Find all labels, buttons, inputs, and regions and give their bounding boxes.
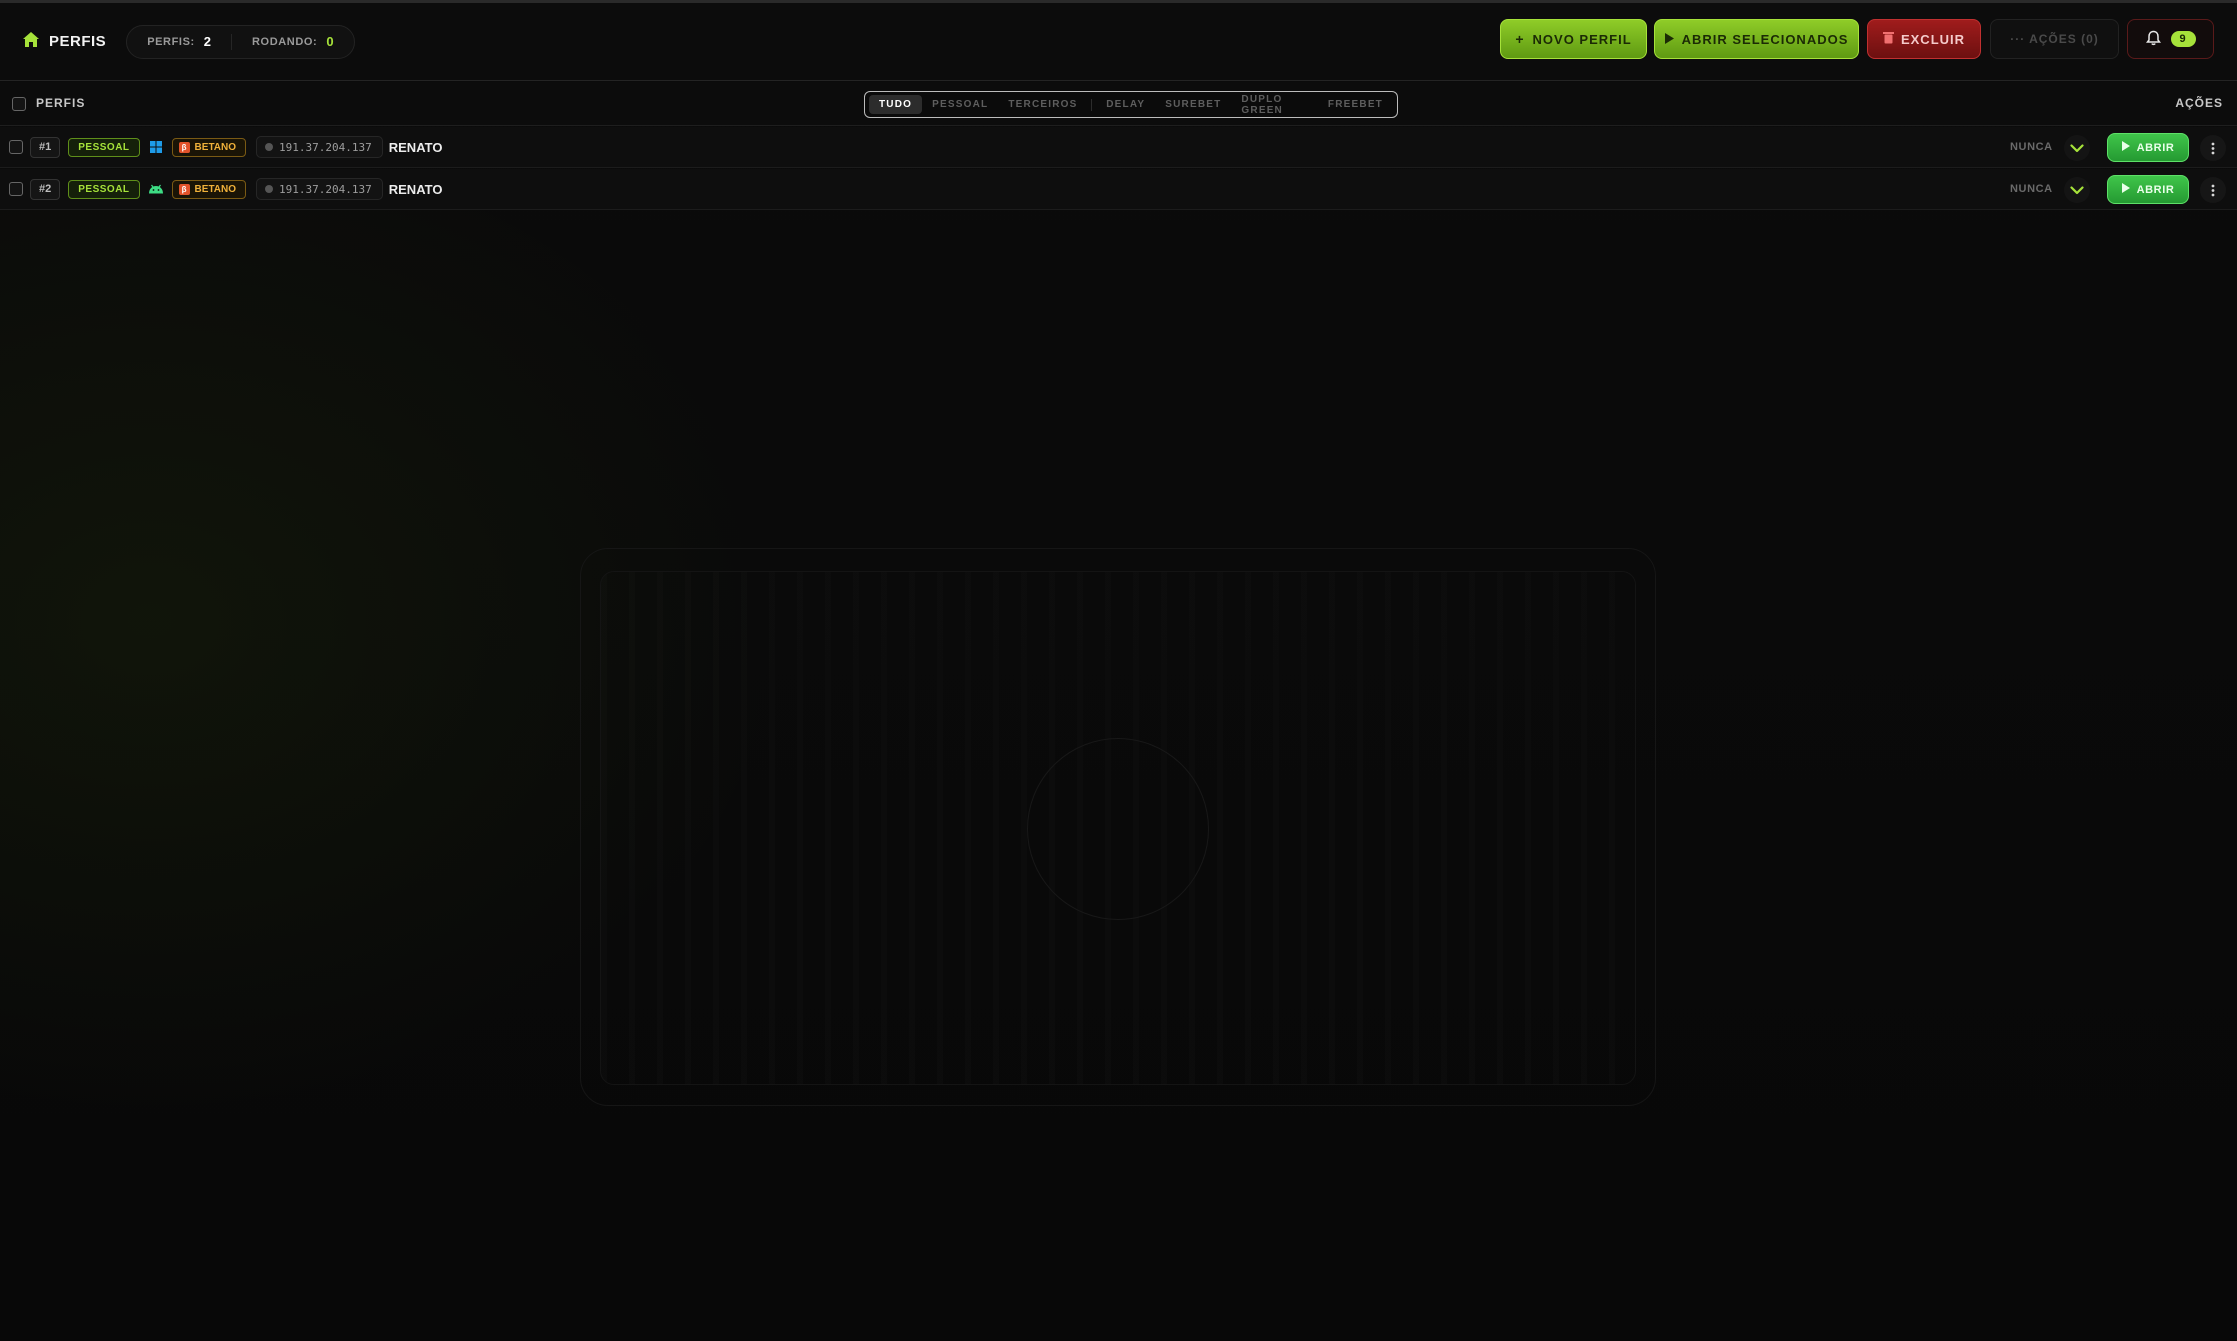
actions-button[interactable]: ··· AÇÕES (0) [1990, 19, 2119, 59]
more-options-icon[interactable] [2200, 135, 2226, 161]
notifications-button[interactable]: 9 [2127, 19, 2214, 59]
betano-logo-icon: β [178, 183, 190, 195]
bookmaker-badge: β BETANO [171, 137, 247, 157]
open-selected-button[interactable]: ABRIR SELECIONADOS [1654, 19, 1859, 59]
profiles-column-label: PERFIS [36, 96, 86, 110]
open-profile-button[interactable]: ABRIR [2107, 133, 2189, 162]
running-count-label: RODANDO: [252, 35, 318, 48]
tab-tudo[interactable]: TUDO [869, 95, 923, 114]
plus-icon: + [1515, 31, 1525, 47]
tab-freebet[interactable]: FREEBET [1318, 95, 1393, 114]
profile-name: RENATO [388, 181, 443, 197]
tab-surebet[interactable]: SUREBET [1155, 95, 1231, 114]
profile-tag: PESSOAL [68, 137, 140, 157]
ip-text: 191.37.204.137 [279, 182, 372, 196]
table-header: PERFIS TUDO PESSOAL TERCEIROS DELAY SURE… [0, 82, 2237, 126]
tab-pessoal[interactable]: PESSOAL [922, 95, 998, 114]
row-checkbox[interactable] [9, 182, 23, 196]
page-title: PERFIS [49, 33, 107, 50]
play-icon [1664, 32, 1674, 47]
filter-tabs: TUDO PESSOAL TERCEIROS DELAY SUREBET DUP… [864, 91, 1398, 118]
delete-label: EXCLUIR [1900, 31, 1966, 47]
delete-button[interactable]: EXCLUIR [1867, 19, 1981, 59]
stats-divider [231, 33, 233, 50]
table-row[interactable]: #2 PESSOAL β BETANO 191.37.204.137 RENAT… [0, 169, 2237, 210]
profile-number: #1 [30, 136, 61, 158]
home-icon [22, 31, 40, 53]
actions-column-label: AÇÕES [2175, 96, 2223, 110]
open-label: ABRIR [2136, 183, 2175, 196]
bookmaker-name: BETANO [194, 141, 237, 153]
android-icon [148, 181, 164, 197]
notifications-badge: 9 [2170, 31, 2196, 47]
open-label: ABRIR [2136, 141, 2175, 154]
profile-number: #2 [30, 178, 61, 200]
stats-pill: PERFIS: 2 RODANDO: 0 [126, 24, 355, 59]
proxy-ip: 191.37.204.137 [256, 136, 383, 158]
select-all-checkbox[interactable] [12, 97, 26, 111]
open-profile-button[interactable]: ABRIR [2107, 175, 2189, 204]
play-icon [2121, 183, 2130, 196]
proxy-ip: 191.37.204.137 [256, 178, 383, 200]
trash-icon [1882, 31, 1894, 47]
row-checkbox[interactable] [9, 140, 23, 154]
new-profile-button[interactable]: + NOVO PERFIL [1500, 19, 1647, 59]
chevron-down-icon[interactable] [2064, 135, 2090, 161]
profile-tag: PESSOAL [68, 179, 140, 199]
background-circle [1027, 738, 1209, 920]
betano-logo-icon: β [178, 141, 190, 153]
bookmaker-badge: β BETANO [171, 179, 247, 199]
last-run: NUNCA [2010, 183, 2053, 195]
profiles-count-value: 2 [203, 34, 212, 49]
tab-duplo-green[interactable]: DUPLO GREEN [1231, 94, 1318, 116]
more-options-icon[interactable] [2200, 177, 2226, 203]
brand[interactable]: PERFIS [22, 31, 106, 53]
tab-terceiros[interactable]: TERCEIROS [998, 95, 1087, 114]
status-dot-icon [265, 143, 274, 151]
tabs-divider [1091, 98, 1093, 111]
play-icon [2121, 141, 2130, 154]
new-profile-label: NOVO PERFIL [1532, 31, 1632, 47]
running-count-value: 0 [326, 34, 334, 49]
profiles-count-label: PERFIS: [147, 35, 195, 48]
bell-icon [2145, 30, 2161, 49]
table-row[interactable]: #1 PESSOAL β BETANO 191.37.204.137 RENAT… [0, 127, 2237, 168]
open-selected-label: ABRIR SELECIONADOS [1681, 31, 1849, 47]
windows-icon [148, 139, 164, 155]
profile-name: RENATO [388, 139, 443, 155]
last-run: NUNCA [2010, 141, 2053, 153]
ip-text: 191.37.204.137 [279, 140, 372, 154]
chevron-down-icon[interactable] [2064, 177, 2090, 203]
bookmaker-name: BETANO [194, 183, 237, 195]
actions-label: ··· AÇÕES (0) [2010, 32, 2099, 46]
tab-delay[interactable]: DELAY [1096, 95, 1155, 114]
status-dot-icon [265, 185, 274, 193]
